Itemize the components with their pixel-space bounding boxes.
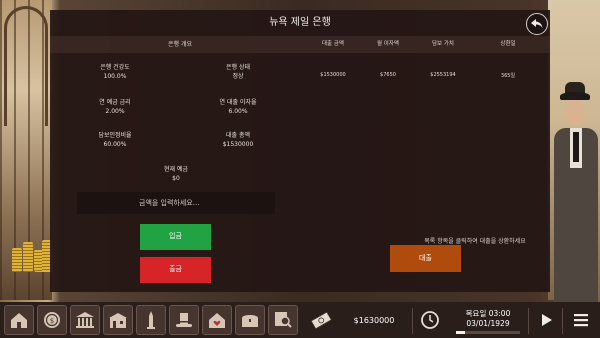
- loan-button[interactable]: 대출: [390, 245, 461, 272]
- coin-button[interactable]: $: [37, 305, 67, 335]
- top-hat-button[interactable]: [169, 305, 199, 335]
- home-icon: [11, 313, 27, 328]
- stat-current-deposit: 현재 예금 $0: [164, 166, 188, 182]
- toolbar-divider: [562, 308, 563, 334]
- col-monthly-interest: 월 이자액: [377, 41, 399, 47]
- day-time-label: 목요일 03:00: [465, 309, 511, 318]
- clock-button[interactable]: [417, 305, 443, 335]
- table-header-row: 은행 개요 대출 금액 월 이자액 담보 가치 상환일: [50, 36, 550, 53]
- back-arrow-icon: [531, 19, 543, 28]
- cash-button[interactable]: [306, 305, 336, 335]
- loan-due-cell: 365일: [500, 73, 516, 79]
- home-button[interactable]: [4, 305, 34, 335]
- stat-deposit-rate: 연 예금 금리 2.00%: [99, 99, 131, 115]
- stat-total-loans: 대출 총액 $1530000: [222, 132, 254, 148]
- bank-icon: [76, 312, 94, 328]
- panel-title: 뉴욕 제일 은행: [269, 17, 331, 28]
- overview-header: 은행 개요: [168, 41, 192, 48]
- house-heart-icon: [209, 313, 225, 328]
- col-collateral-value: 담보 가치: [432, 41, 454, 47]
- stat-bank-health: 은행 건강도 100.0%: [100, 64, 130, 80]
- date-label: 03/01/1929: [466, 319, 510, 328]
- coin-icon: $: [44, 312, 60, 328]
- amount-input[interactable]: [77, 192, 275, 214]
- col-due-date: 상환일: [500, 41, 516, 47]
- menu-button[interactable]: [568, 305, 594, 335]
- window-arch: [4, 6, 48, 126]
- magnifier-button[interactable]: [268, 305, 298, 335]
- clock-icon: [421, 311, 439, 329]
- bank-office-button[interactable]: [103, 305, 133, 335]
- cash-stack-icon: [310, 311, 332, 330]
- day-progress-fill: [456, 331, 465, 334]
- play-icon: [542, 314, 552, 326]
- tower-button[interactable]: [136, 305, 166, 335]
- toolbar-divider: [412, 308, 413, 334]
- house-heart-button[interactable]: [202, 305, 232, 335]
- top-hat-icon: [176, 313, 192, 327]
- stat-ltv-ratio: 담보인정비율 60.00%: [98, 132, 132, 148]
- tower-icon: [147, 311, 155, 329]
- stat-bank-status: 은행 상태 정상: [226, 64, 250, 80]
- loan-collateral-cell: $2553194: [430, 72, 456, 78]
- background-lobby-left: [0, 0, 52, 300]
- bottom-toolbar: $ $1630000 목요일 03:00 03/01/1929: [0, 302, 600, 338]
- bank-office-icon: [109, 313, 127, 328]
- toolbar-divider: [528, 308, 529, 334]
- day-progress-bar: [456, 331, 520, 334]
- bank-panel: 뉴욕 제일 은행 은행 개요 대출 금액 월 이자액 담보 가치 상환일 은행 …: [50, 10, 550, 292]
- withdraw-button[interactable]: 출금: [140, 257, 211, 283]
- svg-text:$: $: [50, 317, 54, 325]
- treasure-chest-button[interactable]: [235, 305, 265, 335]
- money-display: $1630000: [353, 316, 395, 325]
- loan-amount-cell: $1530000: [320, 72, 346, 78]
- loan-interest-cell: $7650: [380, 72, 396, 78]
- magnifier-icon: [275, 312, 292, 328]
- back-button[interactable]: [526, 13, 548, 35]
- deposit-button[interactable]: 입금: [140, 224, 211, 250]
- bank-button[interactable]: [70, 305, 100, 335]
- play-button[interactable]: [534, 305, 558, 335]
- loan-repay-hint: 목록 항목을 클릭하여 대출을 상환하세요: [424, 238, 526, 245]
- coin-stacks-decoration: [10, 238, 52, 274]
- treasure-chest-icon: [242, 315, 258, 327]
- stat-loan-rate: 연 대출 이자율 6.00%: [219, 99, 257, 115]
- background-lobby-right: [548, 0, 600, 308]
- banker-portrait: [554, 82, 598, 308]
- col-loan-amount: 대출 금액: [322, 41, 344, 47]
- menu-icon: [574, 314, 588, 327]
